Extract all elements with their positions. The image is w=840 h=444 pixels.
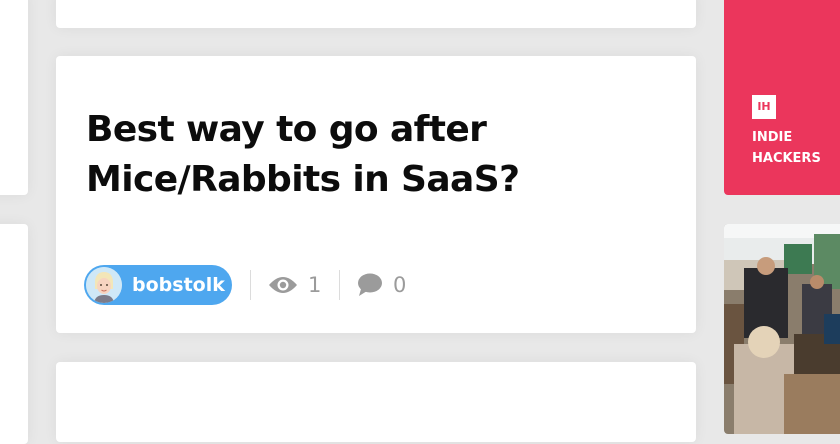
promo-line-2: HACKERS [752, 151, 821, 166]
promo-photo[interactable] [724, 224, 840, 434]
eye-icon [268, 275, 298, 295]
views-count: 1 [308, 273, 322, 297]
adjacent-card-left-top[interactable] [0, 0, 28, 195]
comment-bubble-icon [357, 273, 383, 297]
author-chip[interactable]: bobstolk [84, 265, 232, 305]
ih-logo-icon: IH [752, 95, 776, 119]
comments-count: 0 [393, 273, 407, 297]
adjacent-card-left-bottom[interactable] [0, 224, 28, 444]
promo-text: INDIE HACKERS [752, 127, 840, 169]
views-stat: 1 [268, 270, 321, 300]
post-title[interactable]: Best way to go after Mice/Rabbits in Saa… [86, 105, 646, 205]
post-card-previous[interactable] [56, 0, 696, 28]
avatar [86, 267, 122, 303]
post-card-next[interactable] [56, 362, 696, 442]
divider [250, 270, 251, 300]
promo-line-1: INDIE [752, 130, 793, 145]
comments-stat: 0 [357, 270, 406, 300]
author-name[interactable]: bobstolk [132, 274, 225, 296]
divider [339, 270, 340, 300]
indie-hackers-promo[interactable]: IH INDIE HACKERS [724, 0, 840, 195]
